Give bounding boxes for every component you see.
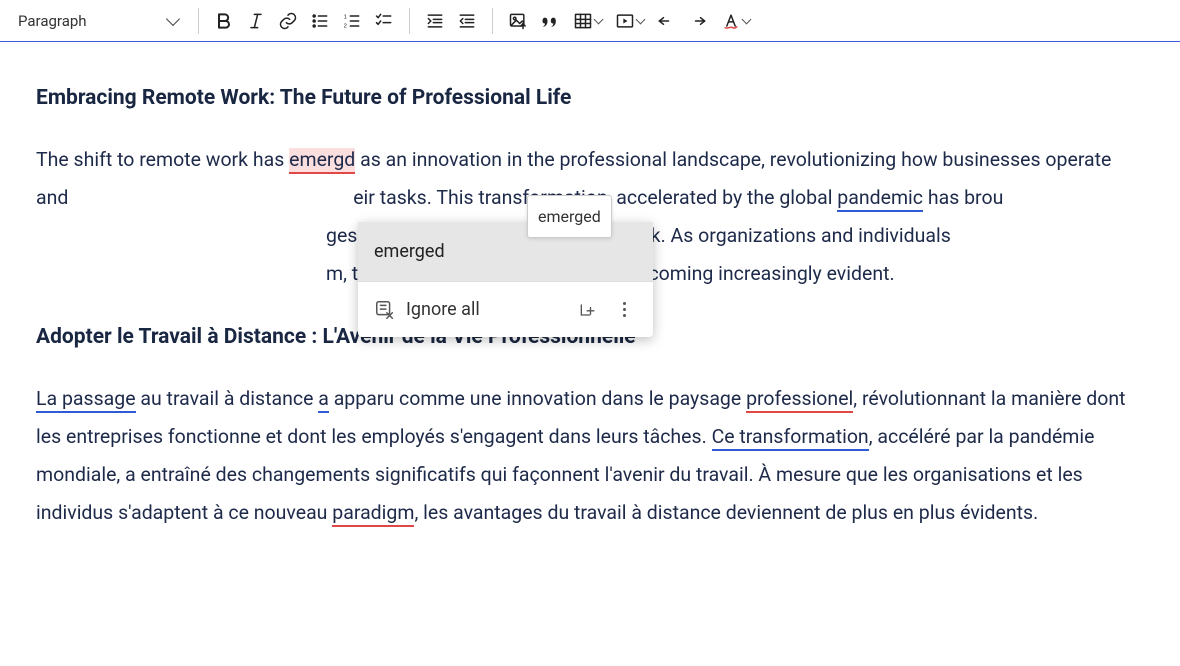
separator — [198, 8, 199, 34]
add-to-dictionary-button[interactable] — [575, 297, 601, 323]
svg-text:1: 1 — [344, 14, 347, 20]
media-button[interactable] — [609, 6, 649, 36]
spell-error[interactable]: professionel — [746, 387, 853, 413]
spell-error[interactable]: emergd — [289, 148, 355, 174]
todo-list-button[interactable] — [369, 6, 399, 36]
link-button[interactable] — [273, 6, 303, 36]
editor-content[interactable]: Embracing Remote Work: The Future of Pro… — [0, 42, 1180, 532]
redo-button[interactable] — [683, 6, 713, 36]
image-button[interactable] — [503, 6, 533, 36]
undo-button[interactable] — [651, 6, 681, 36]
italic-button[interactable] — [241, 6, 271, 36]
grammar-error[interactable]: La passage — [36, 387, 136, 413]
block-type-label: Paragraph — [18, 12, 87, 30]
chevron-down-icon — [741, 14, 751, 24]
table-button[interactable] — [567, 6, 607, 36]
editor-toolbar: Paragraph 12 — [0, 0, 1180, 42]
separator — [409, 8, 410, 34]
chevron-down-icon — [166, 11, 180, 25]
outdent-button[interactable] — [452, 6, 482, 36]
text-style-button[interactable] — [715, 6, 755, 36]
spell-error[interactable]: paradigm — [332, 501, 414, 527]
more-options-button[interactable] — [611, 297, 637, 323]
ignore-icon — [374, 299, 396, 321]
indent-button[interactable] — [420, 6, 450, 36]
ignore-all-button[interactable]: Ignore all — [406, 292, 480, 327]
grammar-error[interactable]: a — [318, 387, 329, 413]
tooltip: emerged — [527, 195, 612, 238]
spellcheck-popup: emerged Ignore all — [358, 222, 653, 337]
numbered-list-button[interactable]: 12 — [337, 6, 367, 36]
bullet-list-button[interactable] — [305, 6, 335, 36]
heading-1: Embracing Remote Work: The Future of Pro… — [36, 78, 1144, 119]
block-type-select[interactable]: Paragraph — [8, 6, 188, 36]
grammar-error[interactable]: Ce transformation — [712, 425, 869, 451]
separator — [492, 8, 493, 34]
svg-text:2: 2 — [344, 23, 347, 29]
paragraph-2: La passage au travail à distance a appar… — [36, 380, 1144, 532]
chevron-down-icon — [635, 14, 645, 24]
blockquote-button[interactable] — [535, 6, 565, 36]
bold-button[interactable] — [209, 6, 239, 36]
chevron-down-icon — [593, 14, 603, 24]
grammar-error[interactable]: pandemic — [837, 186, 923, 212]
